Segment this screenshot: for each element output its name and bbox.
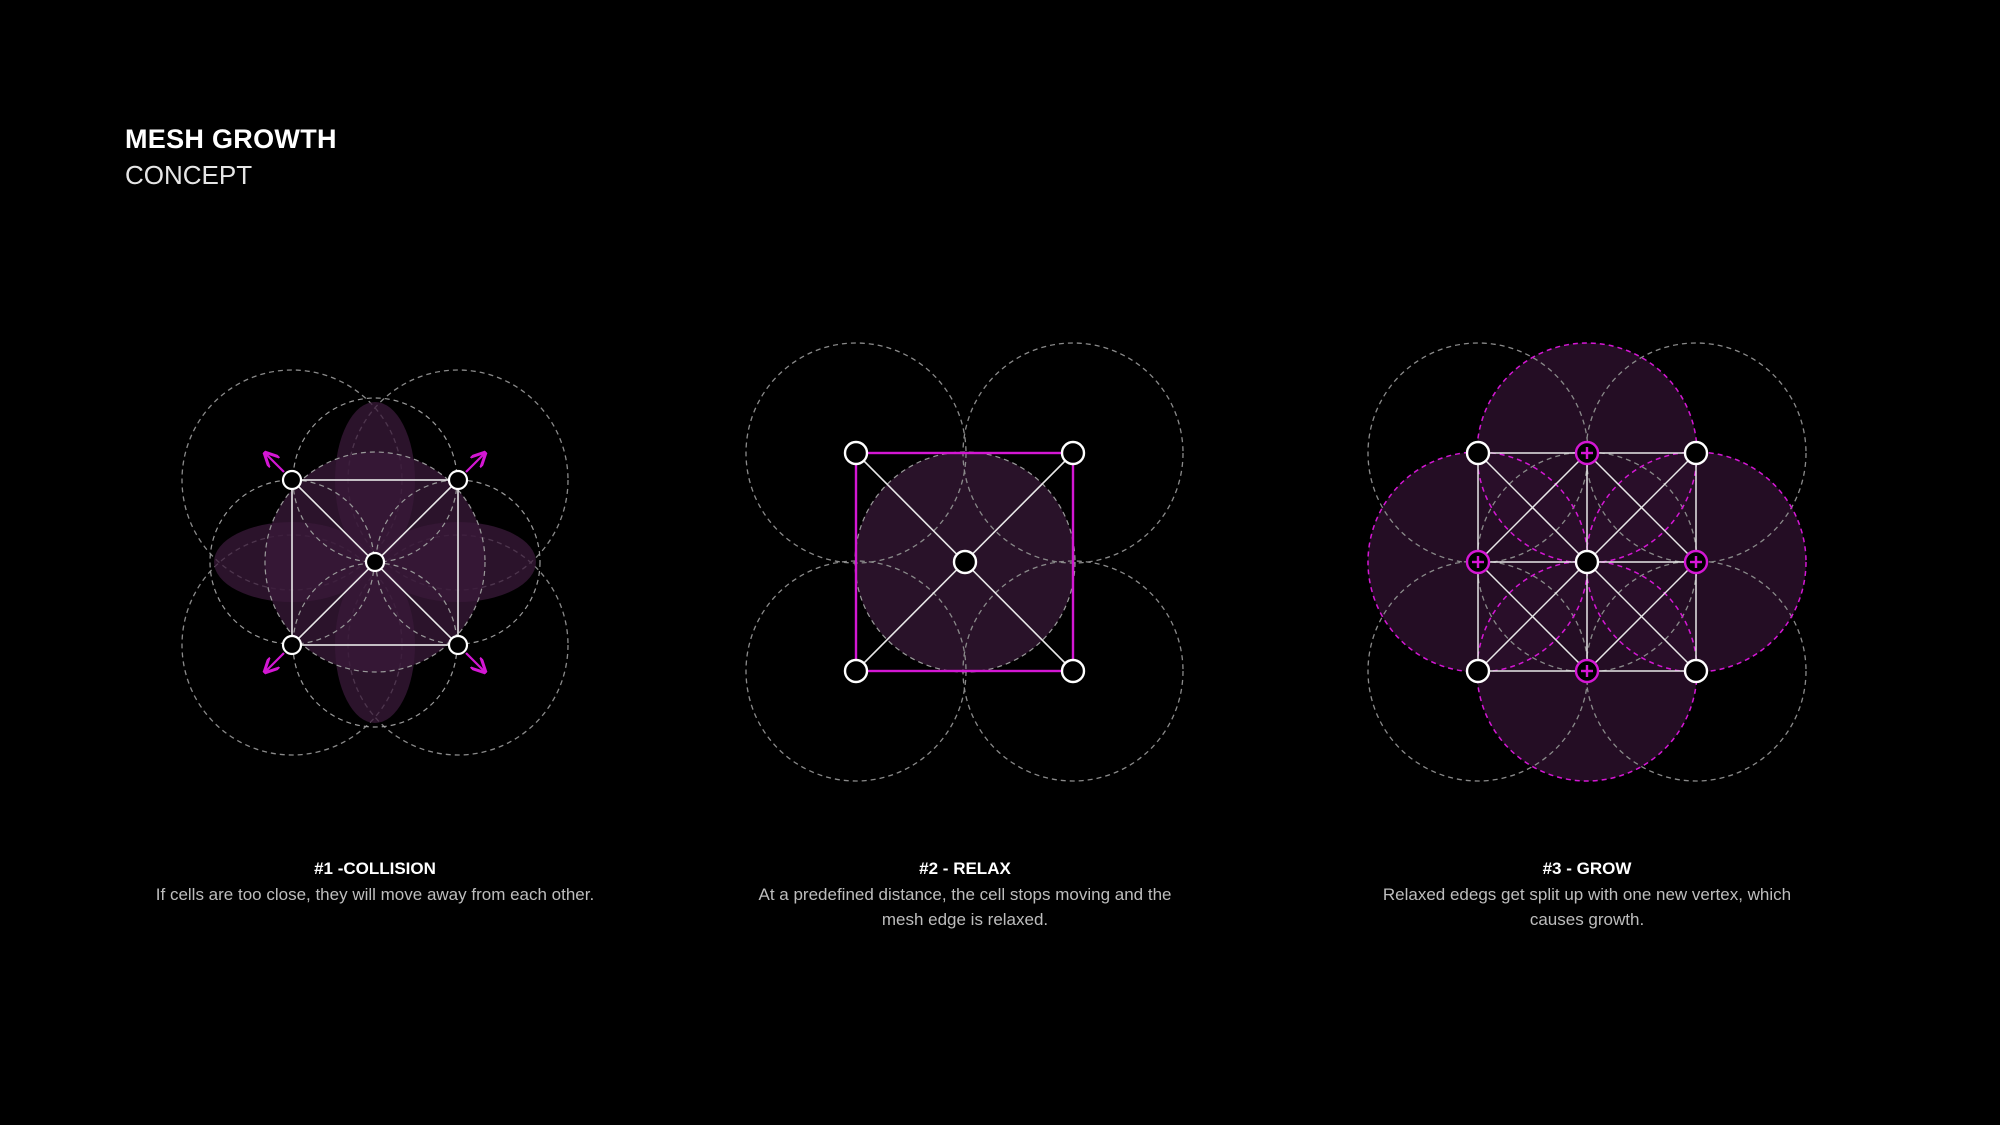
vertex-node <box>843 658 869 684</box>
step-title: #3 - GROW <box>1542 859 1632 878</box>
diagram-grow <box>1367 342 1807 782</box>
arrow-icon <box>266 454 285 473</box>
diagram-collision <box>181 369 569 756</box>
vertex-node <box>364 551 386 573</box>
vertex-node <box>1060 658 1086 684</box>
step-description: Relaxed edegs get split up with one new … <box>1382 885 1792 929</box>
arrow-icon <box>465 454 484 473</box>
diagram-relax <box>745 342 1184 782</box>
plus-icon <box>1574 440 1600 466</box>
vertex-node <box>1683 658 1709 684</box>
vertex-node <box>843 440 869 466</box>
step-title: #2 - RELAX <box>919 859 1011 878</box>
vertex-node <box>447 469 469 491</box>
vertex-node <box>1683 440 1709 466</box>
plus-icon <box>1683 549 1709 575</box>
vertex-node <box>1060 440 1086 466</box>
vertex-node <box>281 634 303 656</box>
vertex-node <box>1574 549 1600 575</box>
step-caption-grow: #3 - GROW Relaxed edegs get split up wit… <box>1367 858 1807 932</box>
step-title: #1 -COLLISION <box>314 859 436 878</box>
vertex-node <box>952 549 978 575</box>
vertex-node <box>281 469 303 491</box>
diagram-canvas <box>181 342 1807 782</box>
step-caption-relax: #2 - RELAX At a predefined distance, the… <box>745 858 1185 932</box>
arrow-icon <box>465 652 484 671</box>
step-description: At a predefined distance, the cell stops… <box>758 885 1172 929</box>
vertex-node <box>1465 658 1491 684</box>
plus-icon <box>1574 658 1600 684</box>
step-description: If cells are too close, they will move a… <box>155 885 595 904</box>
vertex-node <box>447 634 469 656</box>
vertex-node <box>1465 440 1491 466</box>
arrow-icon <box>266 652 285 671</box>
step-caption-collision: #1 -COLLISION If cells are too close, th… <box>155 858 595 907</box>
plus-icon <box>1465 549 1491 575</box>
